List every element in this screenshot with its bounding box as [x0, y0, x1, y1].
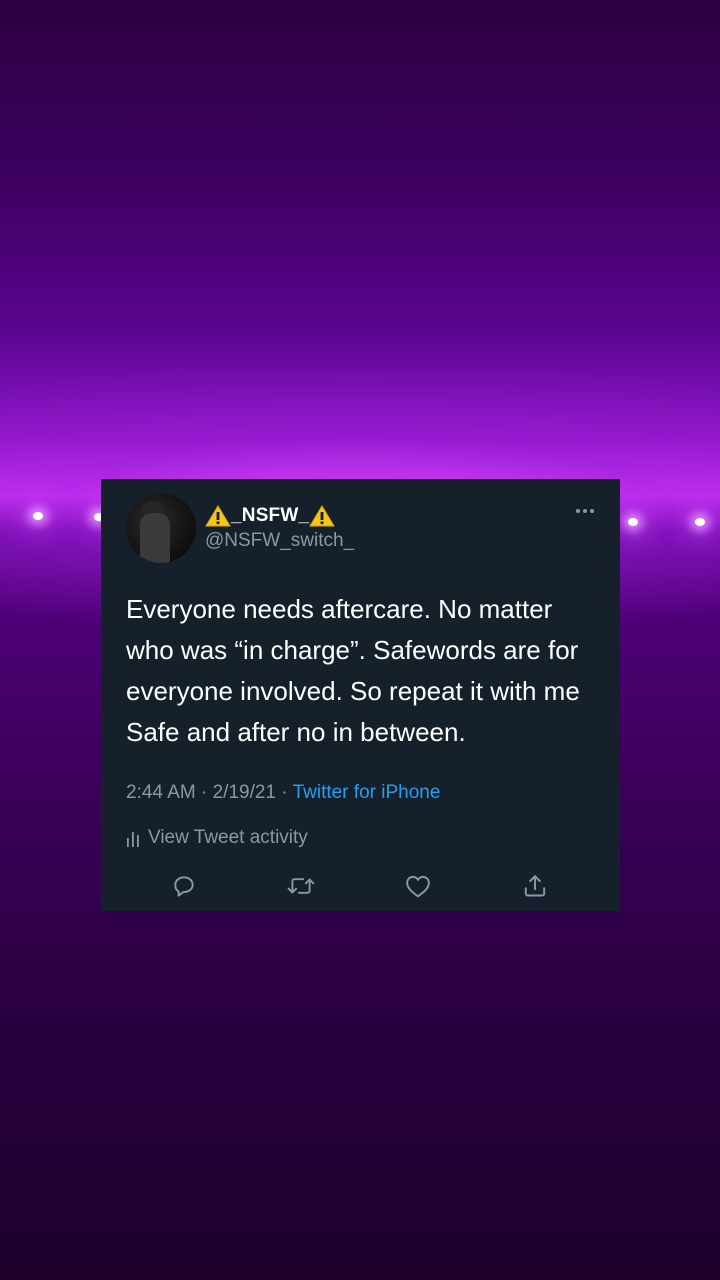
display-name: _NSFW_ — [231, 505, 310, 526]
tweet-actions — [101, 871, 620, 903]
tweet-source-link[interactable]: Twitter for iPhone — [293, 782, 441, 803]
tweet-card[interactable]: _NSFW_ @NSFW_switch_ Everyone needs afte… — [101, 479, 620, 911]
tweet-date: 2/19/21 — [212, 782, 277, 803]
led-light — [695, 518, 705, 526]
more-icon[interactable] — [571, 503, 599, 519]
reply-icon[interactable] — [169, 871, 199, 901]
led-light — [628, 518, 638, 526]
warning-icon — [205, 505, 231, 527]
user-handle[interactable]: @NSFW_switch_ — [205, 530, 354, 552]
tweet-text: Everyone needs aftercare. No matter who … — [126, 594, 580, 747]
view-tweet-activity-label: View Tweet activity — [148, 827, 308, 848]
heart-icon[interactable] — [403, 871, 433, 901]
led-light — [33, 512, 43, 520]
share-icon[interactable] — [520, 871, 550, 901]
tweet-meta: 2:44 AM · 2/19/21 · Twitter for iPhone — [126, 782, 440, 804]
bar-chart-icon — [127, 832, 139, 847]
retweet-icon[interactable] — [286, 871, 316, 901]
avatar[interactable] — [126, 493, 196, 563]
meta-separator: · — [276, 782, 293, 803]
warning-icon — [309, 505, 336, 527]
display-name-row[interactable]: _NSFW_ — [205, 503, 336, 529]
avatar-figure — [140, 513, 170, 563]
tweet-time: 2:44 AM — [126, 782, 196, 803]
view-tweet-activity[interactable]: View Tweet activity — [126, 827, 308, 849]
meta-separator: · — [195, 782, 213, 803]
